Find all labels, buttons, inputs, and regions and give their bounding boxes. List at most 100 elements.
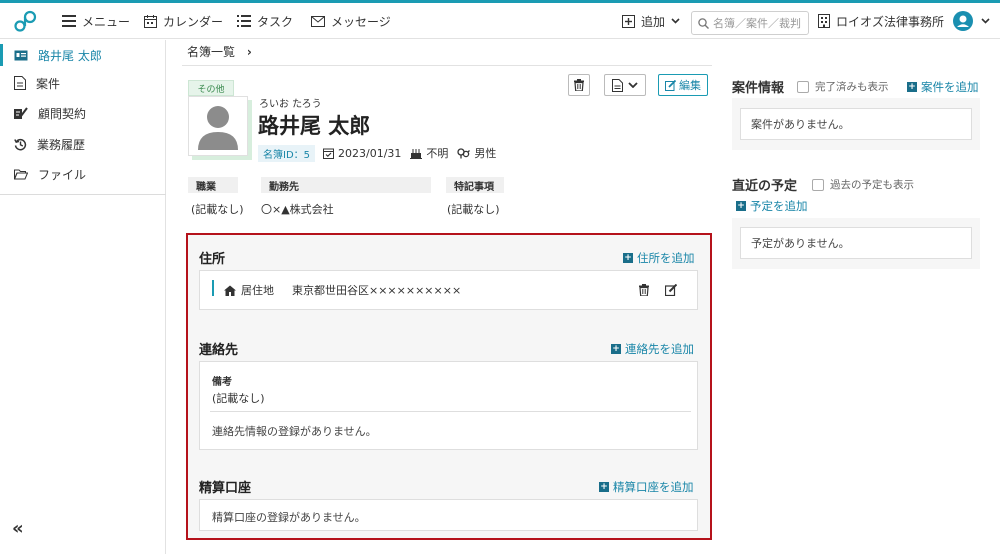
search-icon — [698, 17, 709, 29]
sidebar-collapse-button[interactable]: « — [12, 518, 24, 539]
cases-panel-title: 案件情報 — [732, 81, 785, 96]
field-value-occupation: (記載なし) — [191, 203, 244, 216]
add-address-link[interactable]: + 住所を追加 — [623, 250, 695, 266]
user-avatar-icon — [953, 11, 973, 31]
breadcrumb-separator: › — [246, 45, 252, 59]
birthday: 不明 — [410, 145, 448, 161]
search-input[interactable]: 名簿／案件／裁判 — [691, 11, 809, 35]
hamburger-icon — [62, 15, 76, 27]
contact-section-title: 連絡先 — [199, 343, 239, 358]
sidebar-item-files[interactable]: ファイル — [0, 159, 166, 189]
gender-icon — [457, 147, 471, 158]
menu-button[interactable]: メニュー — [62, 3, 130, 39]
contact-card-icon — [14, 50, 28, 60]
office-button[interactable]: ロイオズ法律事務所 — [818, 3, 944, 39]
profile-meta: 名簿ID：5 2023/01/31 不明 男性 — [258, 144, 505, 162]
plus-icon: + — [599, 481, 609, 492]
message-label: メッセージ — [331, 14, 391, 29]
show-completed-checkbox[interactable]: 完了済みも表示 — [797, 79, 889, 94]
delete-contact-button[interactable] — [568, 74, 590, 96]
menu-label: メニュー — [82, 14, 131, 29]
sidebar-item-contact[interactable]: 路井尾 太郎 — [0, 40, 166, 70]
calendar-button[interactable]: カレンダー — [144, 3, 223, 39]
breadcrumb-divider — [182, 65, 712, 66]
cases-panel: 案件がありません。 — [732, 98, 980, 150]
contract-sign-icon — [14, 107, 28, 119]
edit-address-button[interactable] — [664, 283, 678, 299]
delete-address-button[interactable] — [639, 284, 649, 299]
field-value-employer: 〇×▲株式会社 — [261, 203, 334, 216]
contact-note-value: (記載なし) — [212, 392, 265, 405]
add-bank-label: 精算口座を追加 — [613, 480, 694, 494]
checkbox-box — [797, 80, 809, 93]
add-schedule-link[interactable]: + 予定を追加 — [736, 198, 808, 214]
bank-empty-message: 精算口座の登録がありません。 — [212, 511, 366, 524]
cases-empty-message: 案件がありません。 — [740, 108, 972, 140]
show-past-label: 過去の予定も表示 — [830, 179, 914, 191]
chevron-down-icon — [981, 18, 990, 24]
gender-value: 男性 — [474, 147, 497, 160]
edit-button[interactable]: 編集 — [658, 74, 708, 96]
sidebar-item-history[interactable]: 業務履歴 — [0, 129, 166, 159]
app-logo[interactable] — [14, 3, 44, 39]
person-silhouette-icon — [198, 106, 238, 150]
message-button[interactable]: メッセージ — [311, 3, 391, 39]
add-address-label: 住所を追加 — [637, 251, 695, 265]
schedule-panel: 予定がありません。 — [732, 218, 980, 269]
plus-icon: + — [611, 343, 621, 354]
calendar-icon — [144, 14, 157, 28]
user-menu-button[interactable] — [953, 3, 996, 39]
chevron-down-icon — [628, 82, 638, 88]
contact-card: 備考 (記載なし) 連絡先情報の登録がありません。 — [199, 361, 698, 450]
sidebar-item-advisory[interactable]: 顧問契約 — [0, 98, 166, 128]
schedule-empty-message: 予定がありません。 — [740, 227, 972, 259]
address-card: 居住地 東京都世田谷区×××××××××× — [199, 270, 698, 310]
registered-date: 2023/01/31 — [323, 147, 401, 160]
address-type: 居住地 — [241, 284, 274, 297]
edit-label: 編集 — [679, 79, 701, 92]
add-label: 追加 — [641, 14, 666, 29]
office-name: ロイオズ法律事務所 — [836, 14, 945, 29]
show-past-checkbox[interactable]: 過去の予定も表示 — [812, 177, 914, 192]
sidebar-item-cases[interactable]: 案件 — [0, 68, 166, 98]
add-bank-account-link[interactable]: + 精算口座を追加 — [599, 479, 694, 495]
sidebar-item-label: 路井尾 太郎 — [38, 48, 102, 63]
gender: 男性 — [457, 145, 496, 161]
field-label-notes: 特記事項 — [446, 177, 504, 193]
bank-card: 精算口座の登録がありません。 — [199, 499, 698, 531]
add-contact-label: 連絡先を追加 — [625, 342, 694, 356]
breadcrumb[interactable]: 名簿一覧 › — [187, 43, 252, 60]
category-tag: その他 — [188, 80, 234, 96]
address-accent-bar — [212, 280, 214, 296]
date-value: 2023/01/31 — [338, 146, 402, 160]
add-contact-link[interactable]: + 連絡先を追加 — [611, 341, 694, 357]
calendar-check-icon — [323, 148, 335, 159]
edit-icon — [665, 79, 676, 91]
trash-icon — [574, 79, 584, 91]
sidebar-item-label: 業務履歴 — [37, 137, 86, 152]
birth-value: 不明 — [426, 147, 449, 160]
add-dropdown-button[interactable]: 追加 — [622, 3, 686, 39]
chevron-down-icon — [671, 18, 680, 24]
document-menu-button[interactable] — [604, 74, 646, 96]
add-case-link[interactable]: + 案件を追加 — [907, 79, 979, 95]
cake-icon — [410, 148, 423, 159]
task-button[interactable]: タスク — [237, 3, 293, 39]
add-schedule-label: 予定を追加 — [750, 199, 808, 213]
plus-icon: + — [736, 200, 746, 211]
contact-empty-message: 連絡先情報の登録がありません。 — [212, 425, 377, 438]
trash-icon — [639, 284, 649, 297]
building-icon — [818, 14, 830, 28]
calendar-label: カレンダー — [163, 14, 224, 29]
address-row: 居住地 東京都世田谷区×××××××××× — [224, 282, 461, 298]
plus-icon: + — [623, 252, 633, 263]
sidebar: 路井尾 太郎 案件 顧問契約 業務履歴 ファイル « — [0, 40, 166, 554]
show-completed-label: 完了済みも表示 — [815, 81, 889, 93]
plus-icon: + — [907, 81, 917, 92]
envelope-icon — [311, 15, 325, 27]
sidebar-divider — [0, 194, 166, 195]
add-case-label: 案件を追加 — [921, 80, 979, 94]
search-placeholder: 名簿／案件／裁判 — [713, 17, 801, 30]
history-icon — [14, 138, 27, 150]
sidebar-item-label: ファイル — [38, 167, 87, 182]
